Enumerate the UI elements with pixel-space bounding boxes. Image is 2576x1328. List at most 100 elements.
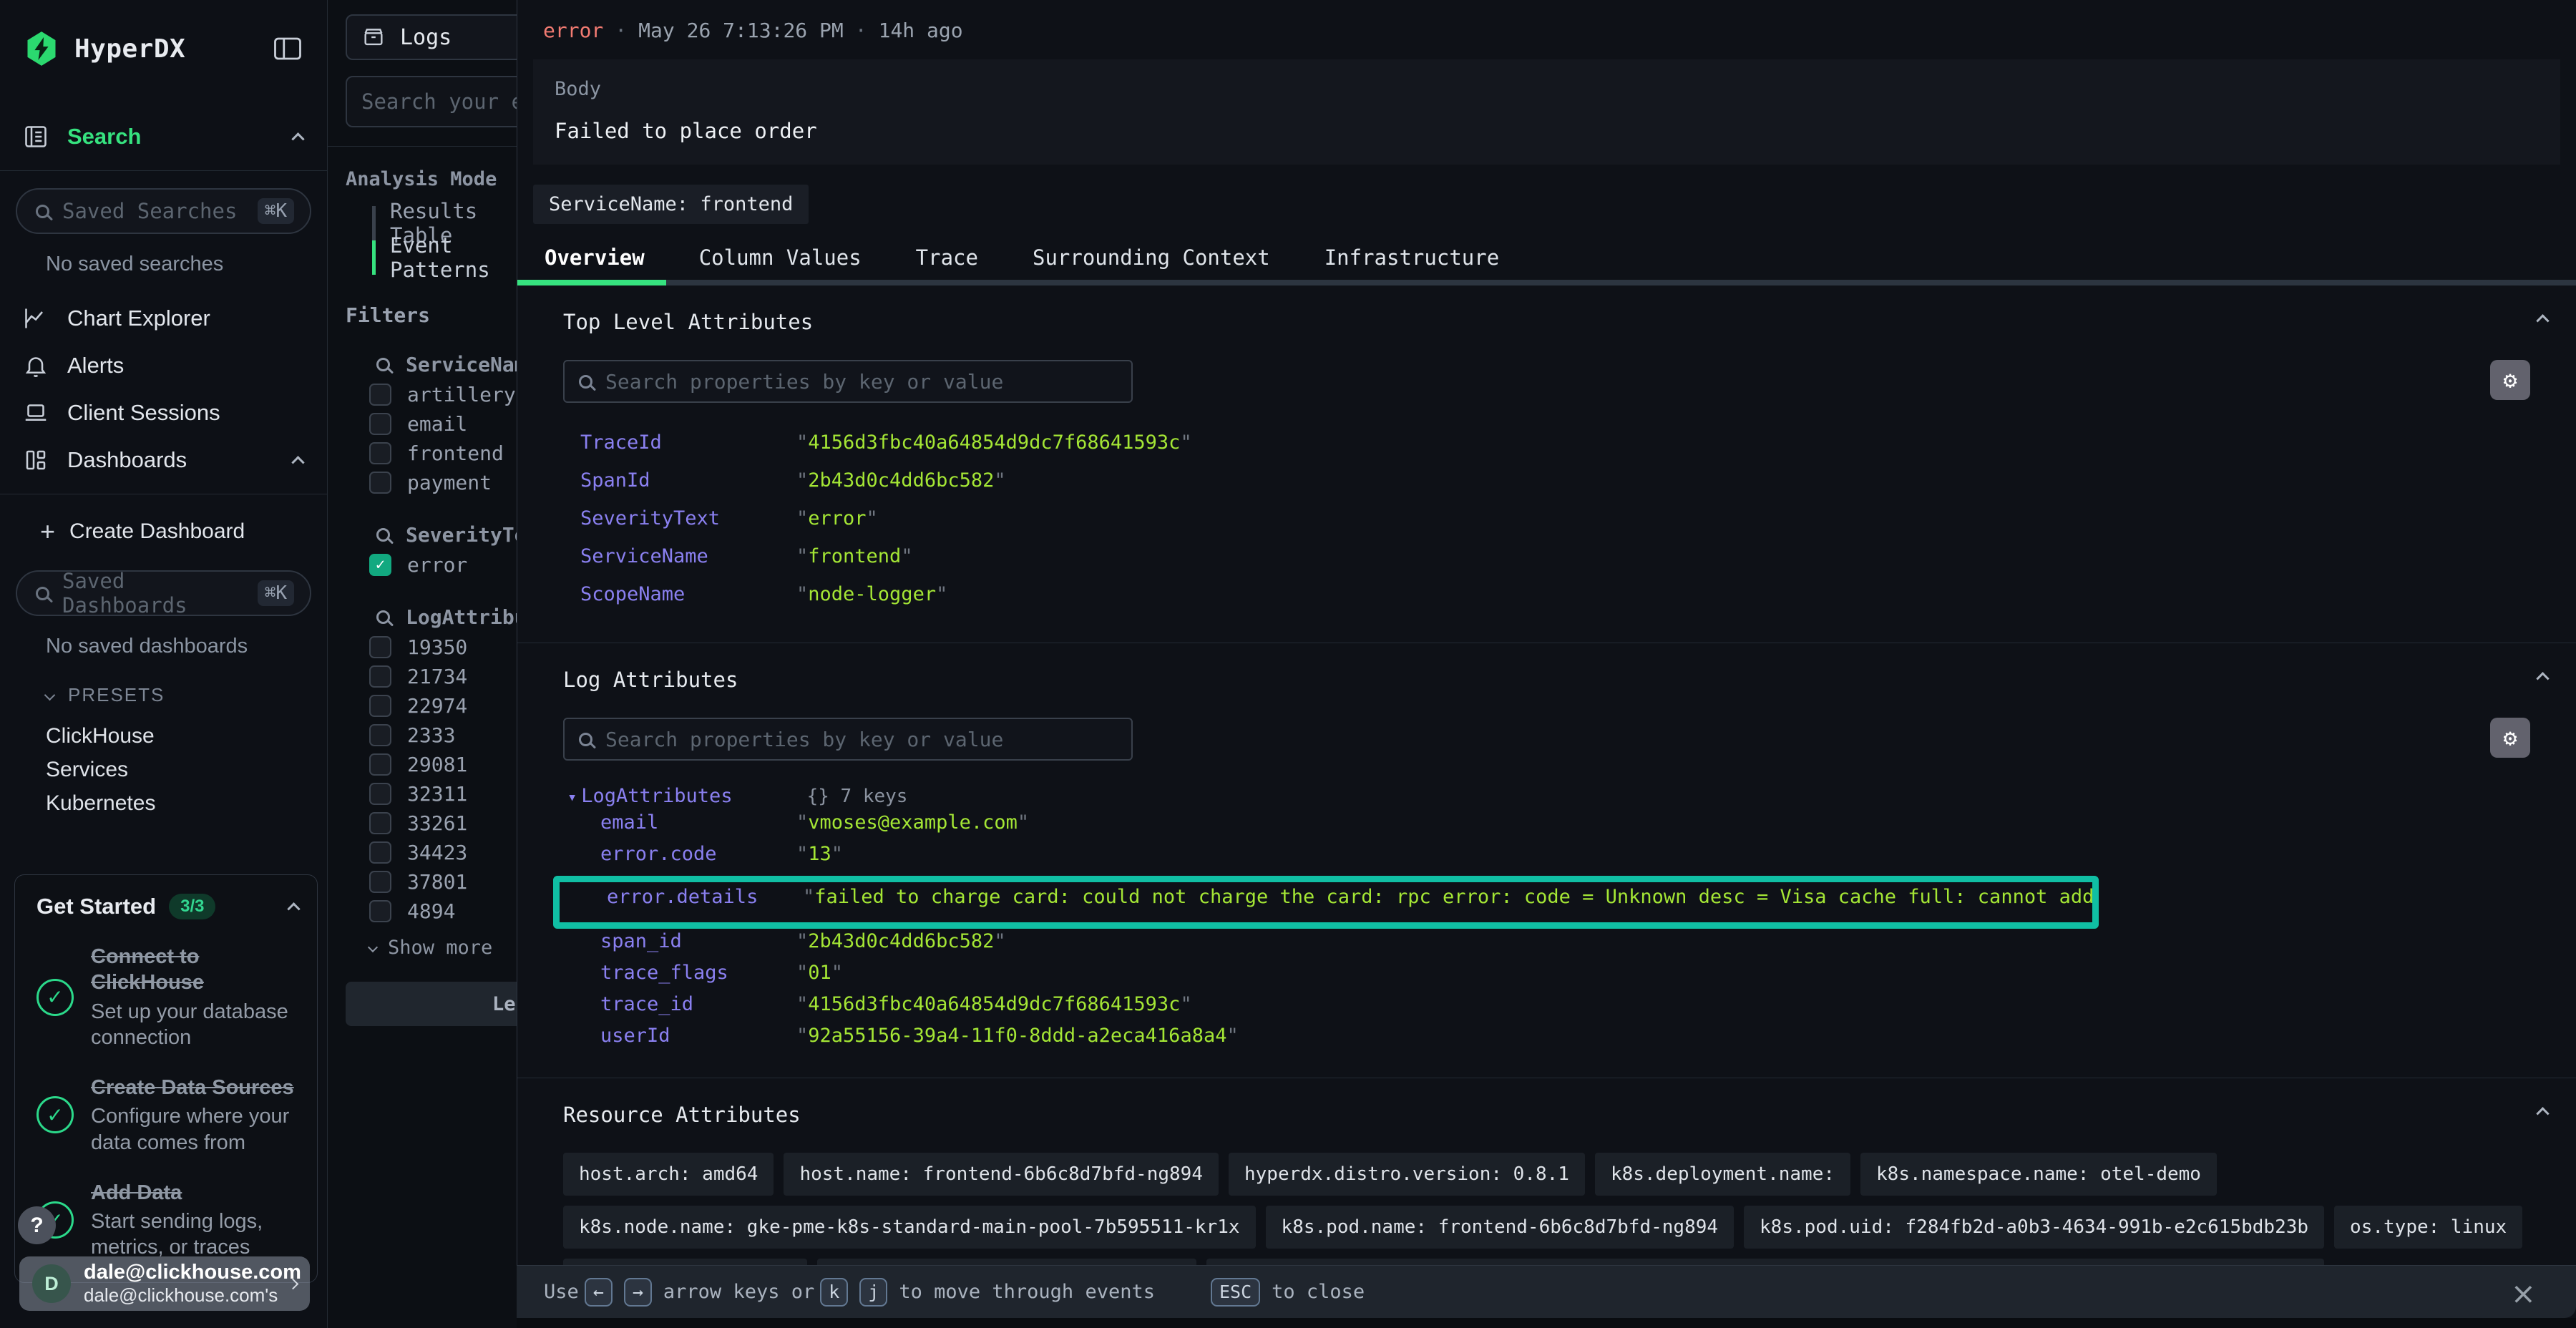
- get-started-item-connect[interactable]: ✓ Connect to ClickHouse Set up your data…: [36, 944, 298, 1050]
- checkbox[interactable]: [369, 724, 391, 746]
- collapse-section-icon[interactable]: [2536, 1107, 2549, 1120]
- service-name-chip[interactable]: ServiceName: frontend: [533, 185, 809, 224]
- preset-kubernetes[interactable]: Kubernetes: [0, 786, 327, 820]
- resource-chip[interactable]: k8s.node.name: gke-pme-k8s-standard-main…: [563, 1206, 1256, 1249]
- filter-option[interactable]: 2333: [369, 721, 517, 750]
- expander-icon[interactable]: ▾: [567, 788, 577, 806]
- analysis-mode-event-patterns[interactable]: Event Patterns: [372, 240, 517, 275]
- filter-option[interactable]: 33261: [369, 809, 517, 838]
- attribute-row-error-details[interactable]: error.detailsfailed to charge card: coul…: [560, 886, 2074, 919]
- checkbox[interactable]: [369, 871, 391, 893]
- attribute-row[interactable]: SeverityTexterror: [563, 507, 2530, 545]
- resource-chip[interactable]: os.type: linux: [2334, 1206, 2522, 1249]
- checkbox[interactable]: [369, 636, 391, 658]
- attribute-row[interactable]: ServiceNamefrontend: [563, 545, 2530, 583]
- collapse-section-icon[interactable]: [2536, 314, 2549, 327]
- attribute-row[interactable]: ScopeNamenode-logger: [563, 583, 2530, 621]
- sidebar-item-dashboards[interactable]: Dashboards: [0, 436, 327, 484]
- presets-toggle[interactable]: PRESETS: [46, 684, 327, 706]
- attribute-value: 92a55156-39a4-11f0-8ddd-a2eca416a8a4: [796, 1025, 1239, 1047]
- collapse-sidebar-icon[interactable]: [273, 36, 303, 62]
- filter-option[interactable]: 22974: [369, 691, 517, 721]
- collapse-section-icon[interactable]: [2536, 672, 2549, 685]
- property-search-input[interactable]: Search properties by key or value: [563, 718, 1133, 761]
- chevron-up-icon[interactable]: [287, 902, 300, 915]
- resource-chip[interactable]: host.name: frontend-6b6c8d7bfd-ng894: [784, 1153, 1219, 1196]
- sidebar-item-chart-explorer[interactable]: Chart Explorer: [0, 295, 327, 342]
- filter-option[interactable]: 19350: [369, 633, 517, 662]
- checkbox[interactable]: [369, 841, 391, 864]
- checkbox[interactable]: [369, 384, 391, 406]
- attributes-settings-button[interactable]: ⚙: [2490, 360, 2530, 400]
- filter-option[interactable]: payment: [369, 468, 517, 497]
- tab-infrastructure[interactable]: Infrastructure: [1324, 245, 1499, 270]
- resource-chip[interactable]: k8s.namespace.name: otel-demo: [1860, 1153, 2217, 1196]
- keyboard-hint-bar: Use ← → arrow keys or k j to move throug…: [517, 1265, 2576, 1318]
- resource-chip[interactable]: k8s.deployment.name:: [1595, 1153, 1850, 1196]
- saved-searches-input[interactable]: Saved Searches ⌘K: [16, 188, 311, 234]
- tab-overview[interactable]: Overview: [545, 245, 645, 270]
- filter-option[interactable]: 37801: [369, 867, 517, 897]
- filter-group-header[interactable]: ServiceName: [376, 348, 517, 380]
- attribute-row[interactable]: trace_id4156d3fbc40a64854d9dc7f68641593c: [563, 993, 2530, 1025]
- get-started-item-sources[interactable]: ✓ Create Data Sources Configure where yo…: [36, 1075, 298, 1156]
- checkbox[interactable]: [369, 472, 391, 494]
- checkbox[interactable]: [369, 900, 391, 922]
- filter-option[interactable]: 4894: [369, 897, 517, 926]
- filter-option[interactable]: ✓error: [369, 550, 517, 580]
- sidebar-item-client-sessions[interactable]: Client Sessions: [0, 389, 327, 436]
- saved-dashboards-input[interactable]: Saved Dashboards ⌘K: [16, 570, 311, 616]
- close-panel-icon[interactable]: ×: [2511, 1276, 2536, 1311]
- resource-chip[interactable]: hyperdx.distro.version: 0.8.1: [1229, 1153, 1585, 1196]
- attribute-row[interactable]: TraceId4156d3fbc40a64854d9dc7f68641593c: [563, 431, 2530, 469]
- filter-option[interactable]: 34423: [369, 838, 517, 867]
- checkbox-checked[interactable]: ✓: [369, 554, 391, 576]
- preset-clickhouse[interactable]: ClickHouse: [0, 719, 327, 753]
- get-started-item-desc: Start sending logs, metrics, or traces: [91, 1209, 298, 1261]
- create-dashboard-button[interactable]: + Create Dashboard: [0, 510, 327, 553]
- attribute-row[interactable]: span_id2b43d0c4dd6bc582: [563, 930, 2530, 962]
- resource-chip[interactable]: host.arch: amd64: [563, 1153, 774, 1196]
- attribute-row[interactable]: error.code13: [563, 843, 2530, 874]
- preset-services[interactable]: Services: [0, 753, 327, 786]
- attributes-settings-button[interactable]: ⚙: [2490, 718, 2530, 758]
- get-started-item-add-data[interactable]: ✓ Add Data Start sending logs, metrics, …: [36, 1180, 298, 1261]
- checkbox[interactable]: [369, 783, 391, 805]
- filter-option[interactable]: 29081: [369, 750, 517, 779]
- filter-group-name: ServiceName: [406, 353, 517, 376]
- attribute-row[interactable]: userId92a55156-39a4-11f0-8ddd-a2eca416a8…: [563, 1025, 2530, 1056]
- help-button[interactable]: ?: [18, 1206, 56, 1244]
- checkbox[interactable]: [369, 442, 391, 464]
- log-attributes-root-row[interactable]: ▾ LogAttributes {} 7 keys: [563, 785, 2530, 807]
- event-search-input[interactable]: Search your ev: [346, 76, 517, 127]
- show-more-button[interactable]: Show more: [369, 932, 517, 963]
- j-keycap: j: [859, 1278, 887, 1307]
- checkbox[interactable]: [369, 413, 391, 435]
- tab-trace[interactable]: Trace: [916, 245, 978, 270]
- property-search-input[interactable]: Search properties by key or value: [563, 360, 1133, 403]
- attribute-row[interactable]: emailvmoses@example.com: [563, 811, 2530, 843]
- filter-option[interactable]: 32311: [369, 779, 517, 809]
- filter-group-header[interactable]: SeverityText: [376, 519, 517, 550]
- attribute-row[interactable]: trace_flags01: [563, 962, 2530, 993]
- checkbox[interactable]: [369, 665, 391, 688]
- tab-column-values[interactable]: Column Values: [699, 245, 862, 270]
- filter-option[interactable]: 21734: [369, 662, 517, 691]
- checkbox[interactable]: [369, 753, 391, 776]
- checkbox[interactable]: [369, 695, 391, 717]
- filter-option[interactable]: frontend: [369, 439, 517, 468]
- filter-option[interactable]: email: [369, 409, 517, 439]
- user-menu[interactable]: D dale@clickhouse.com dale@clickhouse.co…: [19, 1256, 310, 1311]
- source-select[interactable]: Logs: [346, 14, 517, 60]
- resource-chip[interactable]: k8s.pod.uid: f284fb2d-a0b3-4634-991b-e2c…: [1744, 1206, 2324, 1249]
- attribute-row[interactable]: SpanId2b43d0c4dd6bc582: [563, 469, 2530, 507]
- filter-group-header[interactable]: LogAttributes: [376, 601, 517, 633]
- filter-option[interactable]: artillery-loa: [369, 380, 517, 409]
- resource-chip[interactable]: k8s.pod.name: frontend-6b6c8d7bfd-ng894: [1266, 1206, 1734, 1249]
- checkbox[interactable]: [369, 812, 391, 834]
- sidebar-item-alerts[interactable]: Alerts: [0, 342, 327, 389]
- less-filters-button[interactable]: Less fil: [346, 982, 517, 1026]
- property-search-placeholder: Search properties by key or value: [605, 728, 1003, 751]
- sidebar-item-search[interactable]: Search: [0, 113, 327, 160]
- tab-surrounding-context[interactable]: Surrounding Context: [1033, 245, 1270, 270]
